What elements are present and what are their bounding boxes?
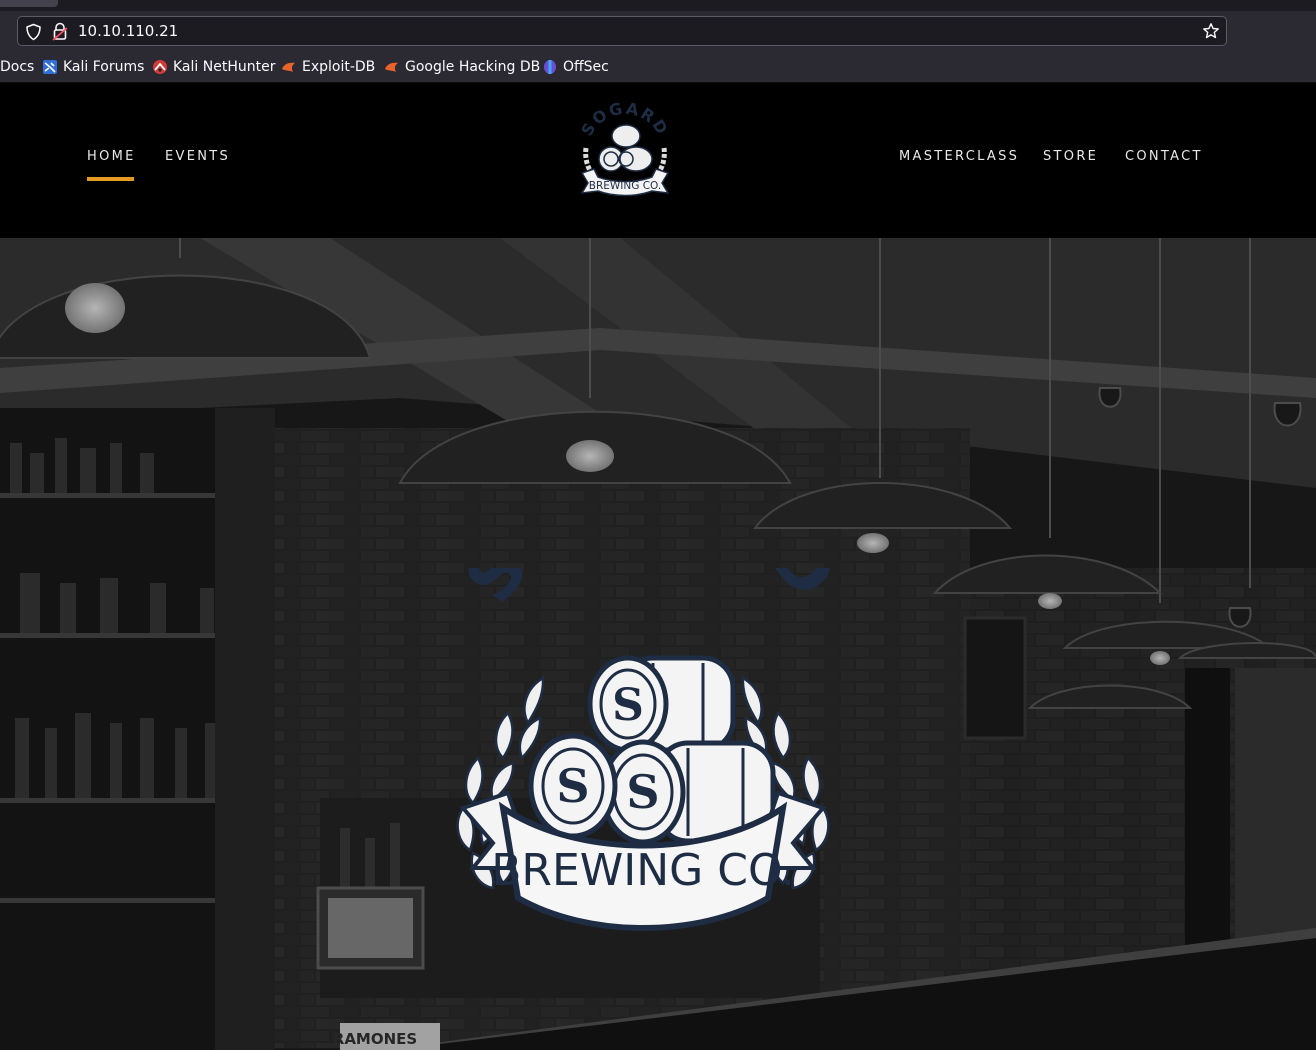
shield-icon[interactable] xyxy=(25,23,42,41)
bookmark-exploit-db[interactable]: Exploit-DB xyxy=(281,58,375,76)
svg-text:S: S xyxy=(612,680,644,731)
nav-masterclass[interactable]: MASTERCLASS xyxy=(899,149,1019,164)
nav-active-indicator xyxy=(87,177,134,181)
kali-icon xyxy=(43,60,57,74)
bookmark-label: OffSec xyxy=(563,59,609,75)
bookmarks-toolbar: Docs Kali Forums Kali NetHunter Exploit-… xyxy=(0,51,1316,83)
bookmark-kali-forums[interactable]: Kali Forums xyxy=(42,58,144,76)
address-bar[interactable]: 10.10.110.21 xyxy=(17,16,1227,46)
bookmark-kali-nethunter[interactable]: Kali NetHunter xyxy=(152,58,275,76)
bookmark-label: Google Hacking DB xyxy=(405,59,541,75)
offsec-icon xyxy=(544,60,556,74)
tab-strip xyxy=(0,0,1316,11)
svg-text:S: S xyxy=(626,765,659,819)
hero-brand-logo: SOGARD xyxy=(449,568,838,931)
nav-contact[interactable]: CONTACT xyxy=(1125,149,1203,164)
bookmark-label: Docs xyxy=(0,59,35,75)
hero-logo-banner-text: BREWING CO. xyxy=(491,845,795,896)
url-text[interactable]: 10.10.110.21 xyxy=(78,22,178,41)
bookmark-star-icon[interactable] xyxy=(1202,22,1220,40)
active-tab-edge[interactable] xyxy=(0,0,58,7)
svg-text:SOGARD: SOGARD xyxy=(449,568,838,618)
nethunter-icon xyxy=(153,60,167,74)
nav-home[interactable]: HOME xyxy=(87,149,136,164)
hero-section: RAMONES S S S S BREWING CO. xyxy=(0,238,1316,1050)
nav-store[interactable]: STORE xyxy=(1043,149,1098,164)
svg-text:S: S xyxy=(556,759,589,813)
ghdb-icon xyxy=(385,62,398,72)
barrel-stack: S S S xyxy=(528,655,776,845)
bookmark-google-hacking-db[interactable]: Google Hacking DB xyxy=(384,58,540,76)
header-logo-banner-text: BREWING CO. xyxy=(589,180,661,192)
browser-toolbar: 10.10.110.21 xyxy=(0,11,1316,51)
bookmark-label: Kali Forums xyxy=(63,59,145,75)
bookmark-offsec[interactable]: OffSec xyxy=(542,58,609,76)
bookmark-label: Kali NetHunter xyxy=(173,59,276,75)
bookmark-label: Exploit-DB xyxy=(302,59,376,75)
exploitdb-icon xyxy=(282,62,295,72)
bookmark-docs[interactable]: Docs xyxy=(0,58,34,76)
nav-events[interactable]: EVENTS xyxy=(165,149,230,164)
header-logo[interactable]: SOGARD BREWING CO. xyxy=(576,103,674,203)
site-header: HOME EVENTS SOGARD BREWING CO. MASTERCLA… xyxy=(0,83,1316,238)
lock-warning-icon[interactable] xyxy=(52,22,68,41)
hero-logo-top-text: SOGARD xyxy=(449,568,838,618)
